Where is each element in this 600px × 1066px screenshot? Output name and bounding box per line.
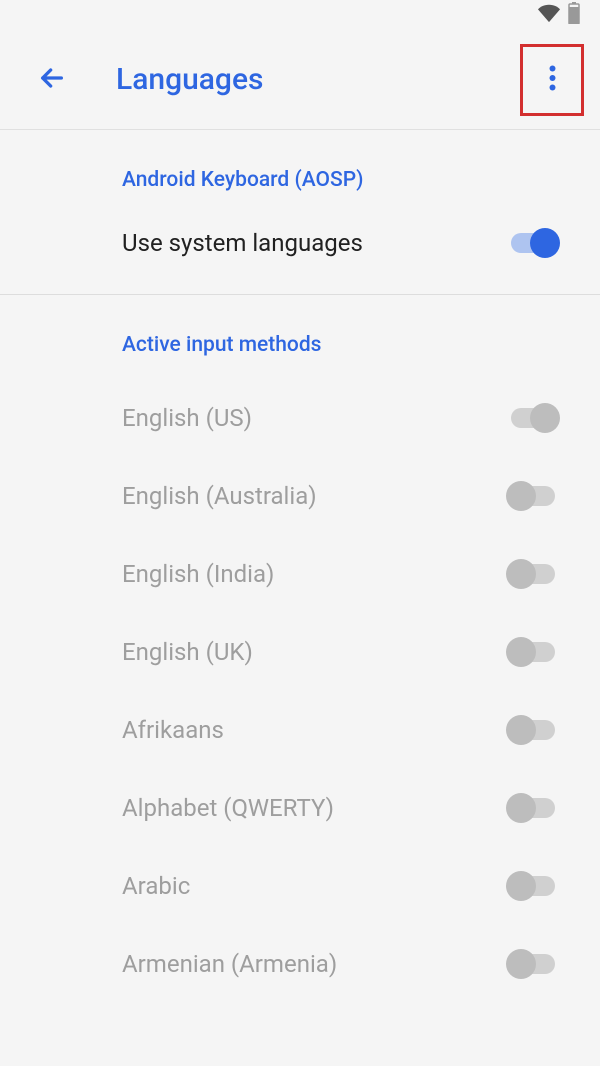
language-label: English (US) — [122, 404, 252, 432]
wifi-icon — [538, 2, 560, 28]
app-bar: Languages — [0, 30, 600, 130]
tutorial-highlight-box — [520, 44, 584, 116]
language-row[interactable]: Alphabet (QWERTY) — [0, 769, 600, 847]
status-bar — [0, 0, 600, 30]
back-button[interactable] — [28, 56, 76, 104]
language-label: English (UK) — [122, 638, 253, 666]
language-row[interactable]: English (UK) — [0, 613, 600, 691]
content-area: Android Keyboard (AOSP) Use system langu… — [0, 130, 600, 1003]
language-label: Afrikaans — [122, 716, 224, 744]
language-label: Alphabet (QWERTY) — [122, 794, 334, 822]
battery-icon — [568, 2, 580, 28]
keyboard-section-header: Android Keyboard (AOSP) — [0, 130, 600, 208]
language-toggle[interactable] — [506, 793, 560, 823]
arrow-left-icon — [36, 62, 68, 98]
use-system-languages-row[interactable]: Use system languages — [0, 208, 600, 278]
language-toggle[interactable] — [506, 481, 560, 511]
language-row[interactable]: English (India) — [0, 535, 600, 613]
language-row[interactable]: English (US) — [0, 373, 600, 457]
language-label: English (India) — [122, 560, 274, 588]
language-row[interactable]: Armenian (Armenia) — [0, 925, 600, 1003]
language-label: Armenian (Armenia) — [122, 950, 337, 978]
page-title: Languages — [116, 62, 263, 97]
language-row[interactable]: Afrikaans — [0, 691, 600, 769]
language-toggle[interactable] — [506, 403, 560, 433]
language-toggle[interactable] — [506, 949, 560, 979]
language-toggle[interactable] — [506, 559, 560, 589]
more-options-button[interactable] — [528, 56, 576, 104]
use-system-languages-toggle[interactable] — [506, 228, 560, 258]
language-label: English (Australia) — [122, 482, 317, 510]
languages-list: English (US) English (Australia) English (… — [0, 373, 600, 1003]
language-toggle[interactable] — [506, 637, 560, 667]
use-system-languages-label: Use system languages — [122, 229, 363, 257]
language-toggle[interactable] — [506, 871, 560, 901]
input-methods-section-header: Active input methods — [0, 295, 600, 373]
language-toggle[interactable] — [506, 715, 560, 745]
language-label: Arabic — [122, 872, 190, 900]
more-vertical-icon — [549, 65, 556, 95]
language-row[interactable]: English (Australia) — [0, 457, 600, 535]
language-row[interactable]: Arabic — [0, 847, 600, 925]
